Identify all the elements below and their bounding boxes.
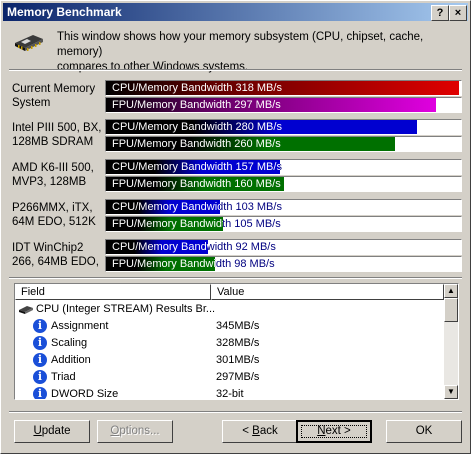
help-button[interactable]: ?: [431, 5, 449, 21]
system-label: P266MMX, iTX, 64M EDO, 512K: [12, 202, 96, 228]
field-cell: Triad: [51, 371, 76, 383]
window-title: Memory Benchmark: [7, 5, 122, 19]
back-button[interactable]: < Back: [222, 420, 298, 443]
fpu-bandwidth-bar: FPU/Memory Bandwidth 297 MB/sFPU/Memory …: [105, 97, 462, 113]
table-row[interactable]: i Triad 297MB/s: [15, 369, 445, 386]
column-header-value[interactable]: Value: [211, 284, 444, 300]
next-button[interactable]: Next >: [296, 420, 372, 443]
ok-button[interactable]: OK: [386, 420, 462, 443]
title-bar: Memory Benchmark ? ×: [3, 3, 468, 21]
cpu-chip-icon: [19, 306, 33, 314]
system-label: IDT WinChip2 266, 64MB EDO,: [12, 242, 99, 268]
value-cell: 345MB/s: [216, 320, 260, 332]
system-label: AMD K6-III 500, MVP3, 128MB: [12, 162, 94, 188]
fpu-bandwidth-bar: FPU/Memory Bandwidth 98 MB/sFPU/Memory B…: [105, 256, 462, 272]
table-row[interactable]: i Assignment 345MB/s: [15, 318, 445, 335]
field-cell: Assignment: [51, 320, 109, 332]
cpu-bandwidth-bar: CPU/Memory Bandwidth 157 MB/sCPU/Memory …: [105, 159, 462, 175]
cpu-bandwidth-bar: CPU/Memory Bandwidth 103 MB/sCPU/Memory …: [105, 199, 462, 215]
scroll-thumb[interactable]: [444, 298, 458, 322]
fpu-bandwidth-bar: FPU/Memory Bandwidth 160 MB/sFPU/Memory …: [105, 176, 462, 192]
fpu-bandwidth-bar: FPU/Memory Bandwidth 260 MB/sFPU/Memory …: [105, 136, 462, 152]
divider: [9, 277, 462, 279]
focus-rect: [301, 425, 367, 438]
field-cell: DWORD Size: [51, 388, 119, 400]
scroll-down-button[interactable]: ▼: [444, 385, 458, 399]
divider: [9, 69, 462, 71]
value-cell: 301MB/s: [216, 354, 260, 366]
divider: [9, 411, 462, 413]
fpu-bandwidth-label: FPU/Memory Bandwidth 297 MB/s: [112, 99, 281, 111]
table-row[interactable]: i Addition 301MB/s: [15, 352, 445, 369]
cpu-bandwidth-label: CPU/Memory Bandwidth 157 MB/s: [112, 161, 282, 173]
column-header-field[interactable]: Field: [15, 284, 211, 300]
table-row[interactable]: i Scaling 328MB/s: [15, 335, 445, 352]
cpu-bandwidth-bar: CPU/Memory Bandwidth 318 MB/sCPU/Memory …: [105, 80, 462, 96]
cpu-bandwidth-bar: CPU/Memory Bandwidth 92 MB/sCPU/Memory B…: [105, 239, 462, 255]
group-row[interactable]: CPU (Integer STREAM) Results Br...: [15, 301, 445, 318]
info-icon: i: [33, 387, 47, 399]
info-icon: i: [33, 319, 47, 333]
fpu-bandwidth-label: FPU/Memory Bandwidth 160 MB/s: [112, 178, 281, 190]
results-list[interactable]: Field Value CPU (Integer STREAM) Results…: [14, 283, 459, 400]
field-cell: Scaling: [51, 337, 88, 349]
memory-benchmark-window: Memory Benchmark ? × This window shows h…: [0, 0, 471, 454]
vertical-scrollbar[interactable]: ▲ ▼: [444, 284, 458, 399]
value-cell: 32-bit: [216, 388, 244, 400]
system-label: Current Memory System: [12, 83, 96, 109]
table-row[interactable]: i DWORD Size 32-bit: [15, 386, 445, 400]
cpu-bandwidth-bar: CPU/Memory Bandwidth 280 MB/sCPU/Memory …: [105, 119, 462, 135]
fpu-bandwidth-bar: FPU/Memory Bandwidth 105 MB/sFPU/Memory …: [105, 216, 462, 232]
cpu-bandwidth-label: CPU/Memory Bandwidth 280 MB/s: [112, 121, 282, 133]
system-label: Intel PIII 500, BX, 128MB SDRAM: [12, 122, 102, 148]
field-cell: Addition: [51, 354, 91, 366]
close-button[interactable]: ×: [449, 5, 467, 21]
value-cell: 328MB/s: [216, 337, 260, 349]
memory-chip-icon: [15, 35, 43, 51]
update-button[interactable]: Update: [14, 420, 90, 443]
value-cell: 297MB/s: [216, 371, 260, 383]
cpu-bandwidth-label: CPU/Memory Bandwidth 318 MB/s: [112, 82, 282, 94]
info-icon: i: [33, 353, 47, 367]
info-icon: i: [33, 370, 47, 384]
info-icon: i: [33, 336, 47, 350]
fpu-bandwidth-label: FPU/Memory Bandwidth 260 MB/s: [112, 138, 281, 150]
options-button[interactable]: Options...: [97, 420, 173, 443]
group-label: CPU (Integer STREAM) Results Br...: [36, 303, 216, 315]
scroll-up-button[interactable]: ▲: [444, 284, 458, 298]
